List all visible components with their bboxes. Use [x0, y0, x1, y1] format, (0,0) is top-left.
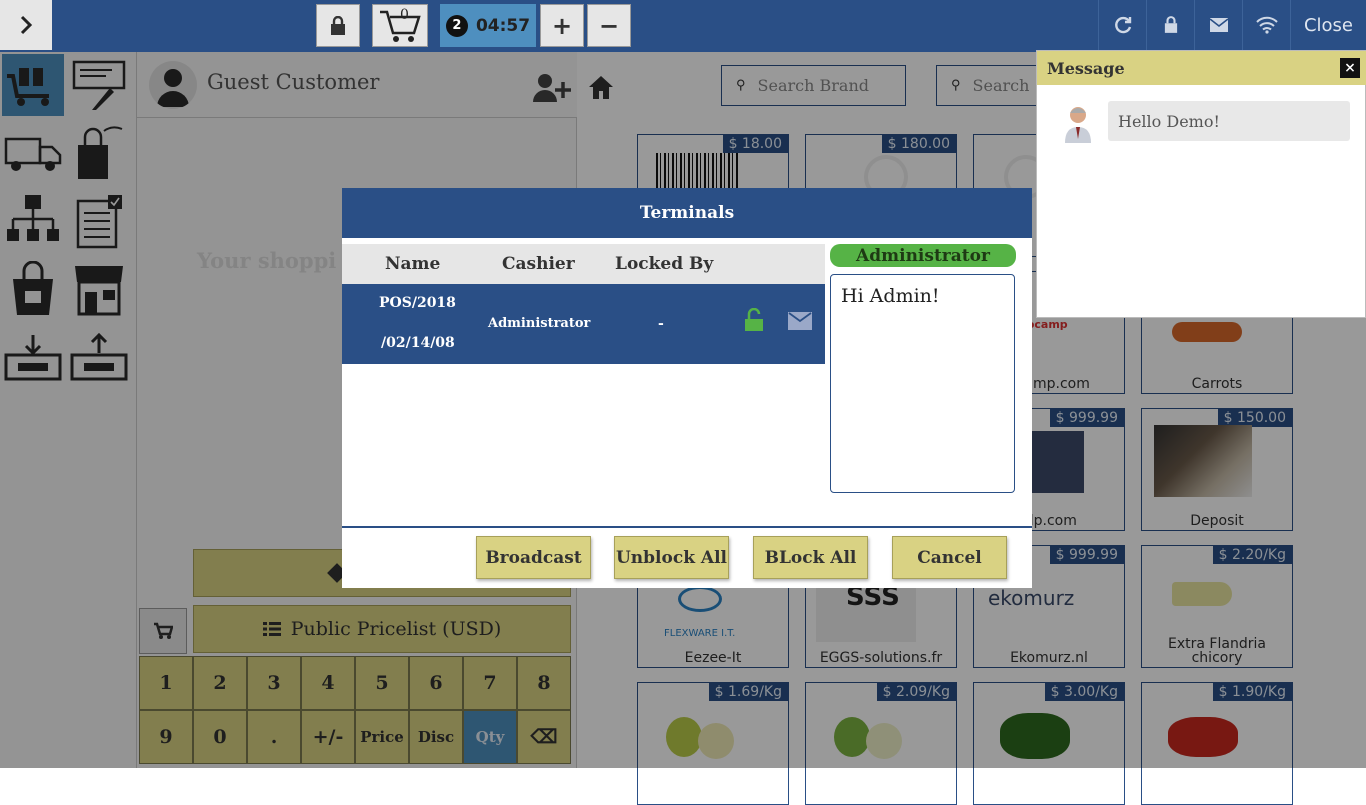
message-textarea[interactable]: Hi Admin! [830, 274, 1015, 493]
refresh-icon [1114, 16, 1131, 34]
message-panel-title: Message [1037, 51, 1366, 85]
message-terminal-button[interactable] [788, 312, 812, 334]
column-name: Name [385, 254, 441, 274]
toggle-sidebar-button[interactable] [0, 0, 52, 50]
unblock-all-button[interactable]: Unblock All [614, 536, 729, 579]
broadcast-button[interactable]: Broadcast [476, 536, 591, 579]
remove-order-button[interactable]: − [587, 4, 631, 47]
cart-button[interactable]: 0 [372, 4, 428, 47]
envelope-icon [788, 312, 812, 330]
dialog-footer-divider [342, 526, 1032, 528]
terminal-locked-by: - [658, 316, 664, 332]
session-timer[interactable]: 2 04:57 [440, 4, 536, 47]
terminal-cashier: Administrator [488, 316, 591, 331]
chevron-right-icon [20, 15, 33, 35]
sync-button[interactable] [1098, 0, 1146, 50]
timer-text: 04:57 [475, 15, 531, 36]
person-icon [1065, 107, 1091, 143]
block-all-button[interactable]: BLock All [753, 536, 868, 579]
lock-screen-button[interactable] [316, 4, 360, 47]
lock-button[interactable] [1146, 0, 1194, 50]
terminal-row[interactable]: POS/2018 /02/14/08 Administrator - [342, 284, 825, 364]
terminals-table-header: Name Cashier Locked By [342, 244, 825, 284]
lock-icon [331, 15, 345, 35]
column-cashier: Cashier [502, 254, 575, 274]
message-panel-close-button[interactable]: × [1340, 58, 1360, 78]
recipient-label: Administrator [830, 244, 1016, 267]
messages-button[interactable] [1194, 0, 1242, 50]
lock-icon [1164, 16, 1177, 33]
envelope-icon [1209, 18, 1228, 32]
sender-avatar [1063, 103, 1093, 143]
column-locked-by: Locked By [615, 254, 714, 274]
close-button[interactable]: Close [1290, 0, 1366, 50]
add-order-button[interactable]: + [540, 4, 584, 47]
message-bubble: Hello Demo! [1108, 101, 1350, 141]
top-bar: 0 2 04:57 + − Close [0, 0, 1366, 52]
timer-badge: 2 [445, 14, 468, 37]
unlock-icon [745, 307, 763, 331]
terminal-name-line2: /02/14/08 [381, 335, 455, 351]
unlock-terminal-button[interactable] [744, 307, 764, 336]
cancel-button[interactable]: Cancel [892, 536, 1007, 579]
wifi-icon [1255, 16, 1278, 34]
message-panel: Message [1036, 50, 1366, 318]
terminals-dialog: Terminals Name Cashier Locked By POS/201… [342, 188, 1032, 588]
dialog-title: Terminals [342, 188, 1032, 238]
terminal-name-line1: POS/2018 [379, 295, 456, 311]
connection-status[interactable] [1242, 0, 1290, 50]
cart-count: 0 [400, 7, 409, 23]
